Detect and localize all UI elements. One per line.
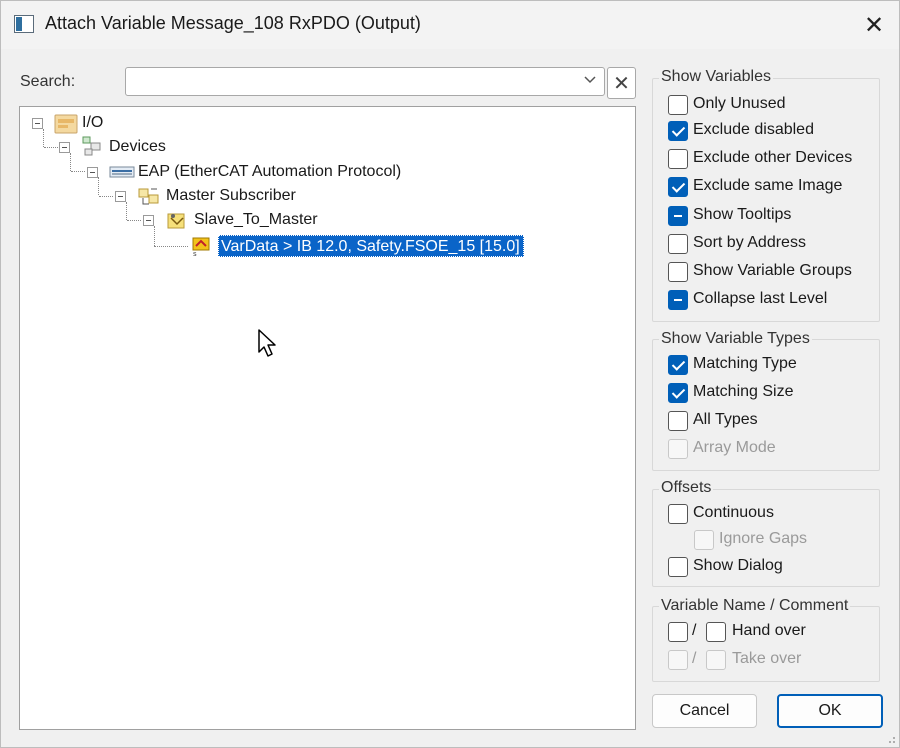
sort-by-address-label: Sort by Address — [693, 234, 806, 251]
cancel-button[interactable]: Cancel — [652, 694, 757, 728]
tree-node-vardata[interactable]: VarData > IB 12.0, Safety.FSOE_15 [15.0] — [218, 235, 524, 257]
matching-type-checkbox[interactable] — [668, 355, 688, 375]
exclude-disabled-label: Exclude disabled — [693, 121, 814, 138]
attach-variable-dialog: Attach Variable Message_108 RxPDO (Outpu… — [0, 0, 900, 748]
continuous-checkbox[interactable] — [668, 504, 688, 524]
close-icon: ✕ — [863, 11, 885, 39]
show-dialog-label: Show Dialog — [693, 557, 783, 574]
take-over-comment-checkbox — [706, 650, 726, 670]
sort-by-address-option[interactable]: Sort by Address — [668, 233, 868, 255]
tree-node-slave-to-master[interactable]: Slave_To_Master — [143, 210, 353, 232]
mouse-cursor-icon — [258, 329, 276, 357]
window-app-icon — [14, 15, 34, 33]
tree-node-master-subscriber[interactable]: Master Subscriber — [115, 186, 335, 208]
devices-icon — [81, 135, 103, 156]
ignore-gaps-label: Ignore Gaps — [719, 530, 808, 547]
all-types-label: All Types — [693, 411, 758, 428]
matching-size-checkbox[interactable] — [668, 383, 688, 403]
matching-size-option[interactable]: Matching Size — [668, 382, 868, 404]
collapse-toggle-icon[interactable] — [115, 191, 126, 202]
clear-search-button[interactable]: ✕ — [607, 67, 636, 99]
hand-over-row: / Hand over — [668, 621, 868, 643]
exclude-disabled-option[interactable]: Exclude disabled — [668, 120, 868, 142]
exclude-disabled-checkbox[interactable] — [668, 121, 688, 141]
show-variable-groups-checkbox[interactable] — [668, 262, 688, 282]
show-variable-groups-label: Show Variable Groups — [693, 262, 852, 279]
variable-name-comment-title: Variable Name / Comment — [659, 597, 851, 615]
hand-over-name-checkbox[interactable] — [668, 622, 688, 642]
title-bar: Attach Variable Message_108 RxPDO (Outpu… — [1, 1, 899, 49]
collapse-last-level-label: Collapse last Level — [693, 290, 828, 307]
all-types-option[interactable]: All Types — [668, 410, 868, 432]
show-variables-title: Show Variables — [659, 68, 773, 86]
clear-icon: ✕ — [613, 72, 630, 95]
show-tooltips-option[interactable]: Show Tooltips — [668, 205, 868, 227]
ok-button[interactable]: OK — [777, 694, 883, 728]
eap-network-icon — [109, 162, 135, 182]
separator-slash: / — [692, 622, 697, 639]
hand-over-label: Hand over — [732, 622, 806, 639]
variable-tree[interactable]: I/O Devices EAP (EtherCAT Automation Pro… — [19, 106, 636, 730]
svg-text:s: s — [193, 250, 197, 257]
all-types-checkbox[interactable] — [668, 411, 688, 431]
close-window-button[interactable]: ✕ — [854, 7, 894, 43]
take-over-name-checkbox — [668, 650, 688, 670]
only-unused-checkbox[interactable] — [668, 95, 688, 115]
show-dialog-checkbox[interactable] — [668, 557, 688, 577]
show-variable-types-title: Show Variable Types — [659, 330, 812, 348]
tree-node-io[interactable]: I/O — [32, 113, 112, 135]
take-over-label: Take over — [732, 650, 802, 667]
chevron-down-icon[interactable] — [584, 72, 596, 87]
search-combobox[interactable] — [125, 67, 605, 96]
matching-size-label: Matching Size — [693, 383, 794, 400]
tree-node-label: I/O — [82, 114, 104, 131]
take-over-row: / Take over — [668, 649, 868, 671]
only-unused-option[interactable]: Only Unused — [668, 94, 868, 116]
show-variable-groups-option[interactable]: Show Variable Groups — [668, 261, 868, 283]
collapse-last-level-option[interactable]: Collapse last Level — [668, 289, 868, 311]
exclude-other-devices-option[interactable]: Exclude other Devices — [668, 148, 868, 170]
collapse-last-level-checkbox[interactable] — [668, 290, 688, 310]
collapse-toggle-icon[interactable] — [32, 118, 43, 129]
search-label: Search: — [20, 73, 76, 90]
matching-type-label: Matching Type — [693, 355, 797, 372]
show-tooltips-checkbox[interactable] — [668, 206, 688, 226]
search-input[interactable] — [130, 71, 570, 92]
separator-slash: / — [692, 650, 697, 667]
matching-type-option[interactable]: Matching Type — [668, 354, 868, 376]
tree-node-label: Devices — [109, 138, 166, 155]
resize-grip-icon[interactable] — [883, 731, 897, 745]
window-title: Attach Variable Message_108 RxPDO (Outpu… — [45, 13, 421, 33]
subscriber-icon — [137, 186, 159, 206]
io-folder-icon — [54, 113, 78, 134]
show-tooltips-label: Show Tooltips — [693, 206, 792, 223]
continuous-option[interactable]: Continuous — [668, 503, 868, 525]
exclude-other-devices-label: Exclude other Devices — [693, 149, 853, 166]
ignore-gaps-checkbox — [694, 530, 714, 550]
exclude-same-image-label: Exclude same Image — [693, 177, 843, 194]
tree-node-label: EAP (EtherCAT Automation Protocol) — [138, 163, 402, 180]
collapse-toggle-icon[interactable] — [59, 142, 70, 153]
exclude-same-image-option[interactable]: Exclude same Image — [668, 176, 868, 198]
variable-icon: s — [190, 235, 212, 258]
array-mode-option: Array Mode — [668, 438, 868, 460]
sort-by-address-checkbox[interactable] — [668, 234, 688, 254]
array-mode-label: Array Mode — [693, 439, 776, 456]
tree-node-eap[interactable]: EAP (EtherCAT Automation Protocol) — [87, 162, 417, 184]
show-dialog-option[interactable]: Show Dialog — [668, 556, 868, 578]
tree-node-label: Master Subscriber — [166, 187, 296, 204]
exclude-other-devices-checkbox[interactable] — [668, 149, 688, 169]
continuous-label: Continuous — [693, 504, 774, 521]
ignore-gaps-option: Ignore Gaps — [694, 529, 864, 551]
exclude-same-image-checkbox[interactable] — [668, 177, 688, 197]
hand-over-comment-checkbox[interactable] — [706, 622, 726, 642]
variable-group-icon — [165, 210, 187, 230]
tree-node-label: Slave_To_Master — [194, 211, 318, 228]
only-unused-label: Only Unused — [693, 95, 786, 112]
array-mode-checkbox — [668, 439, 688, 459]
collapse-toggle-icon[interactable] — [87, 167, 98, 178]
offsets-title: Offsets — [659, 479, 714, 497]
tree-node-devices[interactable]: Devices — [59, 135, 189, 159]
collapse-toggle-icon[interactable] — [143, 215, 154, 226]
